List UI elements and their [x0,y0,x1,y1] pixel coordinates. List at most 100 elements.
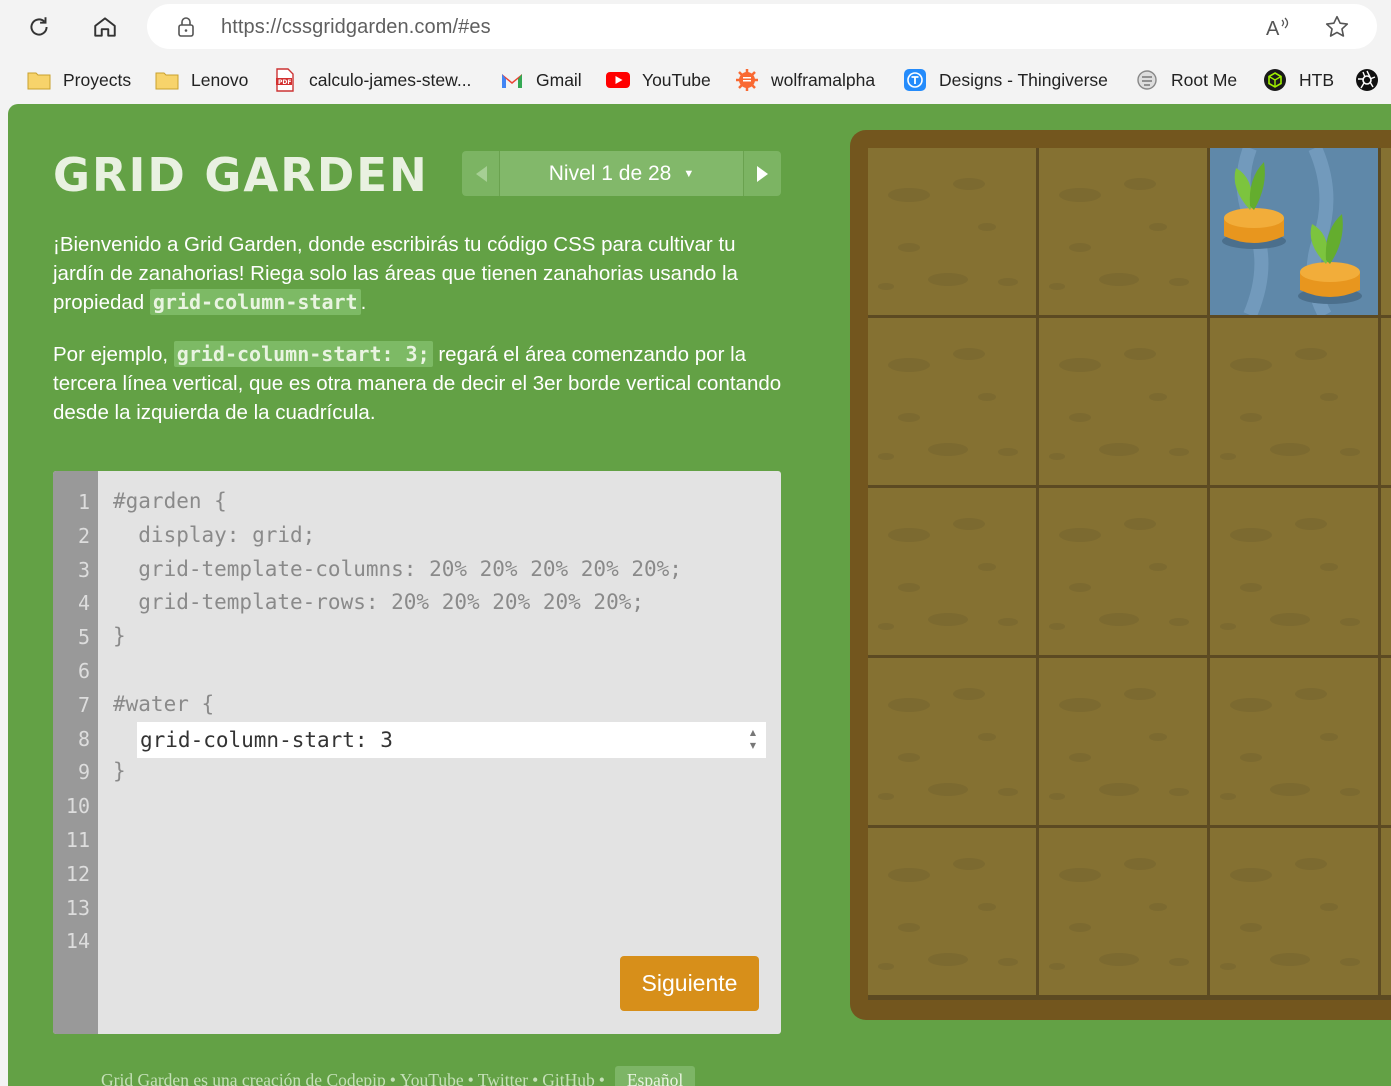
soil-pebble [1049,453,1065,460]
soil-cell [1210,488,1378,655]
line-number: 13 [65,895,90,920]
next-button[interactable]: Siguiente [620,956,759,1011]
code-line: #water { [113,692,215,716]
soil-pebble [898,753,920,762]
address-bar[interactable]: https://cssgridgarden.com/#es A [147,4,1377,49]
bookmark-rootme[interactable]: Root Me [1135,67,1237,93]
pdf-icon: PDF [273,68,297,92]
soil-pebble [928,953,968,966]
browser-toolbar: https://cssgridgarden.com/#es A [0,0,1391,54]
soil-pebble [998,788,1018,796]
soil-pebble [1059,358,1101,372]
folder-icon [155,68,179,92]
code-line: } [113,759,126,783]
soil-pebble [1320,903,1338,911]
soil-cell [1381,658,1391,825]
line-number: 9 [77,760,90,785]
level-selector[interactable]: Nivel 1 de 28 ▼ [500,151,743,196]
bookmark-proyects[interactable]: Proyects [27,67,131,93]
thingiverse-icon [903,68,927,92]
youtube-icon [606,68,630,92]
soil-pebble [998,958,1018,966]
soil-pebble [1340,958,1360,966]
input-stepper-icon[interactable]: ▲ ▼ [747,726,759,754]
soil-cell [1039,658,1207,825]
lock-icon[interactable] [173,14,199,40]
code-snippet: grid-column-start [149,289,361,315]
carrots-image [1222,148,1362,315]
soil-pebble [898,413,920,422]
soil-pebble [1169,788,1189,796]
line-number: 14 [65,929,90,954]
bookmark-extra[interactable] [1355,67,1391,93]
soil-pebble [1149,733,1167,741]
soil-pebble [1220,453,1236,460]
soil-pebble [878,623,894,630]
soil-pebble [1169,448,1189,456]
soil-pebble [898,583,920,592]
htb-icon [1263,68,1287,92]
favorite-star-icon[interactable] [1324,14,1350,40]
soil-pebble [1099,443,1139,456]
bookmark-label: Lenovo [191,69,249,90]
soil-pebble [1220,793,1236,800]
line-number: 3 [77,557,90,582]
soil-pebble [1124,178,1156,190]
soil-pebble [953,348,985,360]
css-code-input[interactable] [137,722,766,758]
soil-pebble [888,358,930,372]
soil-pebble [1320,563,1338,571]
home-icon[interactable] [87,9,123,45]
soil-cell [1039,828,1207,995]
soil-pebble [1240,583,1262,592]
code-line: grid-template-columns: 20% 20% 20% 20% 2… [113,557,682,581]
soil-cell [1381,828,1391,995]
soil-pebble [1230,868,1272,882]
soil-pebble [978,903,996,911]
level-label: Nivel 1 de 28 [548,161,672,185]
read-aloud-icon[interactable]: A [1265,14,1291,40]
soil-pebble [878,283,894,290]
bookmark-calculo[interactable]: PDF calculo-james-stew... [273,67,471,93]
soil-cell [868,658,1036,825]
previous-level-button[interactable] [462,151,500,196]
code-line: } [113,624,126,648]
url-text[interactable]: https://cssgridgarden.com/#es [221,16,491,39]
soil-pebble [1099,953,1139,966]
refresh-icon[interactable] [21,9,57,45]
soil-pebble [1059,188,1101,202]
soil-cell [1210,318,1378,485]
bookmark-thingiverse[interactable]: Designs - Thingiverse [903,67,1108,93]
footer-link-youtube[interactable]: YouTube [400,1070,464,1086]
line-number: 10 [65,794,90,819]
soil-pebble [1149,223,1167,231]
soil-pebble [953,688,985,700]
soil-pebble [953,858,985,870]
bookmark-gmail[interactable]: Gmail [500,67,582,93]
soil-pebble [1149,903,1167,911]
soil-pebble [978,223,996,231]
bookmark-htb[interactable]: HTB [1263,67,1334,93]
garden-board [850,130,1391,1020]
soil-pebble [888,528,930,542]
code-line: grid-template-rows: 20% 20% 20% 20% 20%; [113,590,645,614]
aperture-icon [1355,68,1379,92]
next-level-button[interactable] [743,151,781,196]
language-selector[interactable]: Español [614,1066,696,1086]
bookmark-wolframalpha[interactable]: wolframalpha [735,67,875,93]
soil-cell [1210,658,1378,825]
soil-pebble [953,518,985,530]
footer-link-twitter[interactable]: Twitter [478,1070,528,1086]
footer-link-github[interactable]: GitHub [542,1070,595,1086]
soil-cell [1381,148,1391,315]
page-content: GRID GARDEN Nivel 1 de 28 ▼ ¡Bienvenido … [8,104,1391,1086]
arrow-left-icon [475,165,487,182]
soil-pebble [878,963,894,970]
soil-pebble [1270,783,1310,796]
soil-pebble [1069,753,1091,762]
footer-link-codepip[interactable]: Codepip [326,1070,385,1086]
bookmark-lenovo[interactable]: Lenovo [155,67,248,93]
svg-text:PDF: PDF [278,79,291,86]
code-line: display: grid; [113,523,316,547]
bookmark-youtube[interactable]: YouTube [606,67,711,93]
